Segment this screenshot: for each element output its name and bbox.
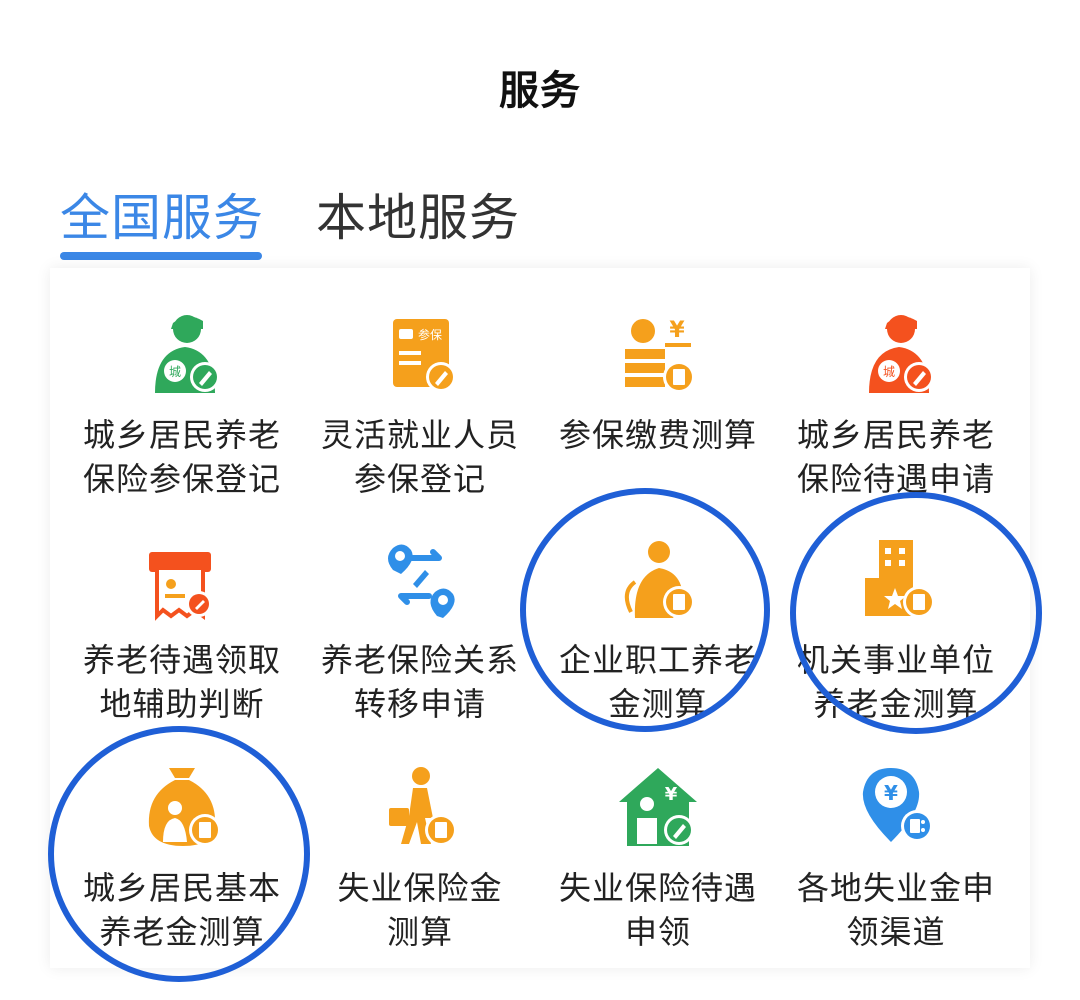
service-item-flexible-employment-register[interactable]: 参保 灵活就业人员 参保登记	[300, 285, 540, 498]
service-label: 企业职工养老 金测算	[558, 641, 757, 723]
service-grid: 城 城乡居民养老 保险参保登记 参保 灵活就业人员 参保登记 ¥ 参保缴费测算 …	[0, 0, 1080, 1000]
service-item-rural-pension-benefit-apply[interactable]: 城 城乡居民养老 保险待遇申请	[776, 285, 1016, 498]
pension-transfer-icon	[388, 544, 455, 618]
service-label: 养老保险关系 转移申请	[320, 641, 519, 723]
service-label: 灵活就业人员 参保登记	[320, 416, 519, 498]
unemployment-benefit-calc-icon	[389, 767, 457, 846]
icon-text: 城	[169, 365, 181, 379]
service-label: 各地失业金申 领渠道	[796, 869, 995, 951]
service-label: 城乡居民基本 养老金测算	[82, 869, 281, 951]
contribution-calculation-icon: ¥	[625, 318, 695, 393]
enterprise-pension-calc-icon	[624, 541, 695, 618]
service-item-enterprise-pension-calc[interactable]: 企业职工养老 金测算	[538, 510, 778, 723]
service-label: 养老待遇领取 地辅助判断	[82, 641, 281, 723]
pension-collection-place-icon	[149, 552, 212, 621]
service-label: 失业保险待遇 申领	[558, 869, 757, 951]
rural-pension-benefit-apply-icon: 城	[869, 315, 934, 393]
icon-text: ¥	[669, 318, 685, 343]
service-label: 机关事业单位 养老金测算	[796, 641, 995, 723]
service-label: 城乡居民养老 保险待遇申请	[796, 416, 995, 498]
icon-text: ¥	[884, 781, 898, 805]
service-label: 城乡居民养老 保险参保登记	[82, 416, 281, 498]
unemployment-benefit-claim-icon: ¥	[619, 768, 697, 846]
icon-text: 城	[883, 365, 895, 379]
service-label: 失业保险金 测算	[337, 869, 503, 951]
rural-basic-pension-calc-icon	[148, 768, 221, 846]
institution-pension-calc-icon	[865, 540, 935, 618]
rural-pension-register-icon: 城	[155, 315, 220, 393]
flexible-employment-register-icon: 参保	[393, 319, 456, 392]
service-item-unemployment-channels[interactable]: ¥ 各地失业金申 领渠道	[776, 738, 1016, 951]
service-item-pension-collection-place[interactable]: 养老待遇领取 地辅助判断	[62, 510, 302, 723]
service-item-unemployment-benefit-calc[interactable]: 失业保险金 测算	[300, 738, 540, 951]
icon-text: 参保	[418, 327, 442, 342]
icon-text: ¥	[665, 784, 678, 805]
service-label: 参保缴费测算	[558, 416, 757, 454]
service-item-pension-transfer[interactable]: 养老保险关系 转移申请	[300, 510, 540, 723]
service-item-rural-basic-pension-calc[interactable]: 城乡居民基本 养老金测算	[62, 738, 302, 951]
service-item-contribution-calculation[interactable]: ¥ 参保缴费测算	[538, 285, 778, 495]
service-item-unemployment-benefit-claim[interactable]: ¥ 失业保险待遇 申领	[538, 738, 778, 951]
unemployment-channels-icon: ¥	[862, 768, 933, 842]
service-item-rural-pension-register[interactable]: 城 城乡居民养老 保险参保登记	[62, 285, 302, 498]
service-item-institution-pension-calc[interactable]: 机关事业单位 养老金测算	[776, 510, 1016, 723]
